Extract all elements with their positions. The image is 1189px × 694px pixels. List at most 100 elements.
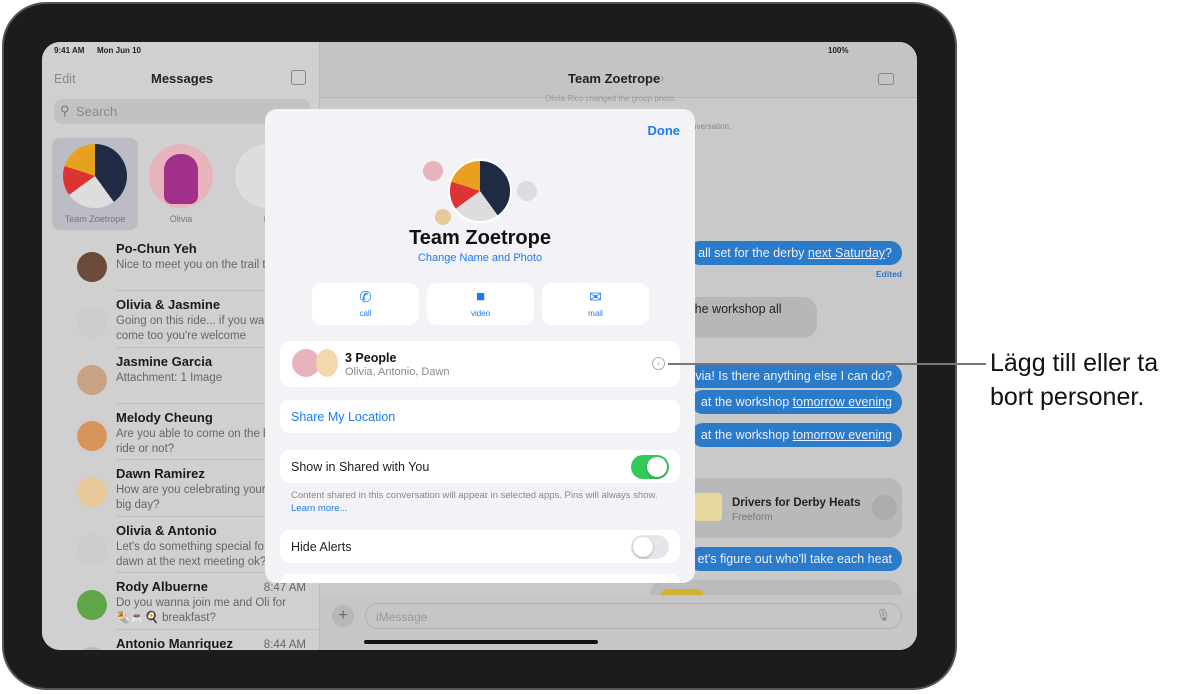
freeform-thumbnail: [694, 493, 722, 521]
share-location-row[interactable]: Share My Location: [280, 400, 680, 433]
status-time: 9:41 AM: [54, 46, 85, 55]
notice: Olivia Rico changed the group photo.: [545, 94, 677, 103]
avatar: [63, 144, 127, 208]
group-photo[interactable]: [448, 159, 512, 223]
action-label: mail: [588, 309, 603, 318]
message-time: 8:47 AM: [263, 582, 306, 594]
card-title: Drivers for Derby Heats: [732, 497, 861, 509]
search-icon: ⚲: [60, 103, 70, 118]
input-placeholder: iMessage: [376, 610, 428, 624]
message-bubble[interactable]: all set for the derby next Saturday?: [688, 241, 902, 265]
people-names: Olivia, Antonio, Dawn: [345, 366, 450, 378]
message-input[interactable]: iMessage 🎙: [365, 603, 902, 629]
change-name-photo-link[interactable]: Change Name and Photo: [265, 252, 695, 264]
message-bubble[interactable]: via! Is there anything else I can do?: [685, 364, 902, 388]
video-button[interactable]: ■ video: [427, 283, 534, 325]
contact-name: Olivia & Antonio: [116, 523, 217, 538]
avatar: [149, 144, 213, 208]
message-preview: Attachment: 1 Image: [116, 372, 223, 384]
group-details-sheet: Done Team Zoetrope Change Name and Photo…: [265, 109, 695, 583]
avatar: [77, 421, 107, 451]
message-preview: dawn at the next meeting ok?: [116, 556, 267, 568]
call-button[interactable]: ✆ call: [312, 283, 419, 325]
message-preview: Nice to meet you on the trail t: [116, 259, 266, 271]
action-label: video: [470, 309, 491, 318]
message-bubble[interactable]: et's figure out who'll take each heat: [687, 547, 902, 571]
message-preview: come too you're welcome: [116, 330, 247, 342]
callout-text: Lägg till eller ta: [990, 349, 1159, 377]
hide-alerts-row: Hide Alerts: [280, 530, 680, 563]
shared-with-you-toggle[interactable]: [631, 455, 669, 479]
mail-button[interactable]: ✉ mail: [542, 283, 649, 325]
avatar: [77, 365, 107, 395]
avatar: [77, 252, 107, 282]
next-row: [280, 574, 680, 583]
compose-icon[interactable]: [291, 70, 306, 85]
message-time: 8:44 AM: [263, 639, 306, 650]
hide-alerts-label: Hide Alerts: [291, 540, 352, 554]
conversation-item[interactable]: Antonio Manriquez 8:44 AM: [42, 629, 320, 650]
callout-text: bort personer.: [990, 383, 1145, 411]
card-subtitle: Freeform: [732, 512, 773, 523]
learn-more-link[interactable]: Learn more...: [291, 503, 348, 514]
message-bubble[interactable]: at the workshop tomorrow evening: [690, 423, 902, 447]
pinned-label: Olivia: [169, 214, 193, 224]
people-row[interactable]: 3 People Olivia, Antonio, Dawn ›: [280, 341, 680, 387]
avatar: [77, 308, 107, 338]
avatar: [77, 647, 107, 650]
search-placeholder: Search: [76, 104, 118, 119]
hide-alerts-toggle[interactable]: [631, 535, 669, 559]
chevron-right-icon[interactable]: ›: [660, 70, 664, 85]
member-avatar: [316, 349, 338, 377]
message-preview: Going on this ride... if you wan: [116, 315, 271, 327]
message-preview: ride or not?: [116, 443, 175, 455]
contact-name: Dawn Ramirez: [116, 466, 205, 481]
collaborators-icon[interactable]: [872, 495, 897, 520]
message-preview: How are you celebrating your: [116, 484, 266, 496]
contact-name: Po-Chun Yeh: [116, 241, 197, 256]
people-count: 3 People: [345, 351, 397, 365]
callout-line: [668, 363, 986, 365]
member-avatar: [517, 181, 537, 201]
conversation-item[interactable]: Rody Albuerne 8:47 AM Do you wanna join me…: [42, 572, 320, 635]
message-preview: Let's do something special fo: [116, 541, 264, 553]
phone-icon: ✆: [359, 289, 372, 306]
message-preview: Are you able to come on the b: [116, 428, 270, 440]
divider: [116, 629, 320, 630]
edit-button[interactable]: Edit: [54, 72, 76, 86]
chat-title[interactable]: Team Zoetrope: [568, 71, 660, 86]
message-bubble[interactable]: at the workshop tomorrow evening: [690, 390, 902, 414]
mail-icon: ✉: [589, 289, 602, 306]
avatar: [77, 534, 107, 564]
pinned-team-zoetrope[interactable]: Team Zoetrope: [52, 138, 138, 230]
pinned-olivia[interactable]: Olivia: [138, 138, 224, 230]
message-preview: 🌯☕🍳 breakfast?: [116, 612, 216, 624]
group-name: Team Zoetrope: [409, 227, 551, 249]
share-location-label: Share My Location: [291, 410, 396, 424]
contact-name: Melody Cheung: [116, 410, 213, 425]
battery-status: 100%: [828, 46, 849, 55]
plus-icon[interactable]: +: [332, 605, 354, 627]
video-icon: ■: [475, 288, 486, 305]
shared-footnote: Content shared in this conversation will…: [291, 490, 658, 514]
shared-with-you-row: Show in Shared with You: [280, 450, 680, 483]
message-preview: big day?: [116, 499, 160, 511]
home-indicator: [364, 640, 598, 644]
member-avatar: [423, 161, 443, 181]
notice: nversation.: [692, 122, 732, 131]
microphone-icon[interactable]: 🎙: [876, 608, 891, 622]
pinned-label: Team Zoetrope: [64, 214, 126, 224]
contact-name: Olivia & Jasmine: [116, 297, 221, 312]
done-button[interactable]: Done: [648, 123, 681, 138]
avatar: [77, 477, 107, 507]
contact-name: Jasmine Garcia: [116, 354, 213, 369]
video-call-icon[interactable]: [878, 73, 894, 85]
edited-label: Edited: [876, 269, 902, 279]
action-label: call: [359, 309, 372, 318]
status-date: Mon Jun 10: [97, 46, 142, 55]
info-chevron-icon[interactable]: ›: [652, 357, 665, 370]
avatar: [77, 590, 107, 620]
contact-name: Antonio Manriquez: [116, 636, 233, 650]
page-title: Messages: [151, 71, 214, 86]
member-avatar: [435, 209, 451, 225]
